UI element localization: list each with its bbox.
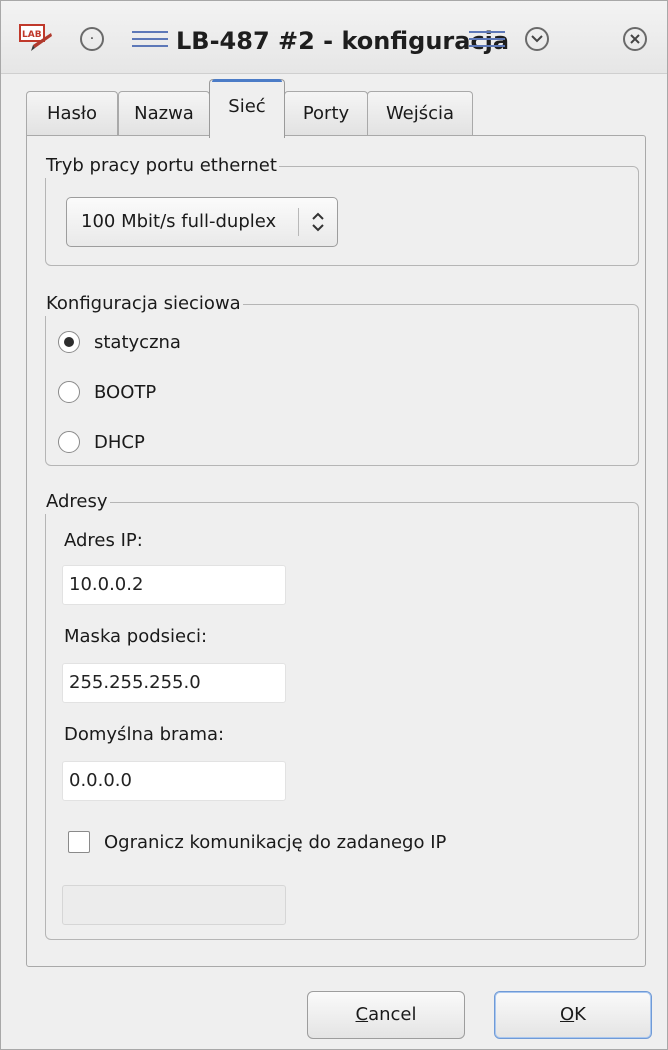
radio-label-statyczna: statyczna	[94, 331, 181, 353]
network-config-legend: Konfiguracja sieciowa	[44, 292, 243, 316]
restrict-ip-checkbox-row[interactable]: Ogranicz komunikację do zadanego IP	[68, 827, 446, 857]
gateway-input[interactable]: 0.0.0.0	[62, 761, 286, 801]
radio-label-bootp: BOOTP	[94, 381, 157, 403]
minimize-icon[interactable]	[525, 27, 549, 51]
tab-nazwa[interactable]: Nazwa	[118, 91, 210, 135]
updown-chevron-icon	[312, 212, 324, 232]
radio-button[interactable]	[58, 431, 80, 453]
radio-statyczna[interactable]: statyczna	[58, 327, 181, 357]
addresses-legend: Adresy	[44, 490, 110, 514]
radio-button-checked[interactable]	[58, 331, 80, 353]
radio-bootp[interactable]: BOOTP	[58, 377, 156, 407]
cancel-button[interactable]: Cancel	[307, 991, 465, 1039]
select-separator	[298, 208, 299, 236]
svg-text:LAB: LAB	[22, 30, 42, 40]
title-decoration-left	[132, 31, 168, 47]
ok-label: K	[574, 1004, 586, 1025]
ip-address-input[interactable]: 10.0.0.2	[62, 565, 286, 605]
restrict-ip-input[interactable]	[62, 885, 286, 925]
ethernet-mode-legend: Tryb pracy portu ethernet	[44, 154, 279, 178]
ok-mnemonic: O	[560, 1004, 575, 1025]
restrict-ip-label: Ogranicz komunikację do zadanego IP	[104, 831, 447, 853]
close-icon[interactable]	[623, 27, 647, 51]
title-decoration-right	[469, 31, 505, 47]
tab-wejscia[interactable]: Wejścia	[367, 91, 473, 135]
restrict-ip-checkbox[interactable]	[68, 831, 90, 853]
tab-panel-siec: Tryb pracy portu ethernet 100 Mbit/s ful…	[26, 135, 646, 967]
app-logo-icon[interactable]: LAB	[19, 23, 53, 53]
cancel-label: ancel	[368, 1004, 417, 1025]
gateway-label: Domyślna brama:	[64, 724, 225, 745]
title-bar[interactable]: LAB · LB-487 #2 - konfiguracja	[1, 1, 667, 74]
tab-siec[interactable]: Sieć	[209, 79, 285, 138]
ok-button[interactable]: OK	[494, 991, 652, 1039]
window-title: LB-487 #2 - konfiguracja	[176, 27, 510, 55]
ethernet-mode-group: Tryb pracy portu ethernet 100 Mbit/s ful…	[44, 154, 639, 266]
radio-label-dhcp: DHCP	[94, 431, 145, 453]
ethernet-mode-select[interactable]: 100 Mbit/s full-duplex	[66, 197, 338, 247]
ip-label: Adres IP:	[64, 530, 143, 551]
radio-dhcp[interactable]: DHCP	[58, 427, 145, 457]
addresses-group: Adresy Adres IP: 10.0.0.2 Maska podsieci…	[44, 490, 639, 940]
config-dialog: LAB · LB-487 #2 - konfiguracja Hasło Naz…	[0, 0, 668, 1050]
window-menu-icon[interactable]: ·	[80, 27, 104, 51]
cancel-mnemonic: C	[355, 1004, 369, 1025]
mask-label: Maska podsieci:	[64, 626, 208, 647]
radio-button[interactable]	[58, 381, 80, 403]
subnet-mask-input[interactable]: 255.255.255.0	[62, 663, 286, 703]
tab-haslo[interactable]: Hasło	[26, 91, 118, 135]
network-config-group: Konfiguracja sieciowa statyczna BOOTP DH…	[44, 292, 639, 466]
tab-porty[interactable]: Porty	[284, 91, 368, 135]
ethernet-mode-value: 100 Mbit/s full-duplex	[81, 211, 277, 232]
